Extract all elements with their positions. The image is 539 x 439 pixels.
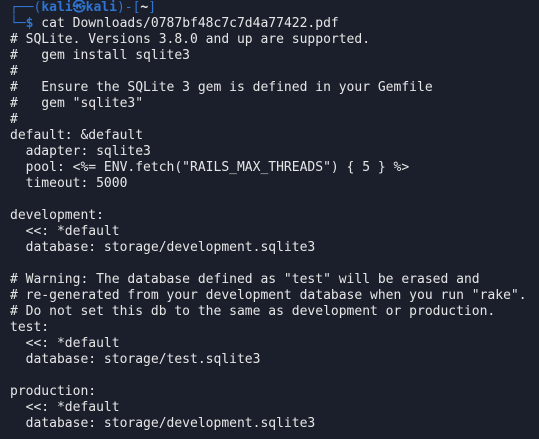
output-line: timeout: 5000	[10, 176, 128, 191]
output-line: <<: *default	[10, 336, 120, 351]
prompt-user-host: kali㉿kali	[41, 0, 117, 15]
prompt-corner-bottom: └─	[10, 16, 26, 31]
command-line: └─$ cat Downloads/0787bf48c7c7d4a77422.p…	[10, 16, 539, 32]
output-line: test:	[10, 320, 50, 335]
output-line: database: storage/development.sqlite3	[10, 240, 316, 255]
output-line: pool: <%= ENV.fetch("RAILS_MAX_THREADS")…	[10, 160, 410, 175]
output-line: development:	[10, 208, 104, 223]
prompt-corner-top: ┌──(	[10, 0, 42, 15]
output-line: #	[10, 112, 18, 127]
output-line: database: storage/test.sqlite3	[10, 352, 261, 367]
output-line: default: &default	[10, 128, 144, 143]
prompt-separator: )-[	[116, 0, 141, 15]
output-line: # re-generated from your development dat…	[10, 288, 527, 303]
output-line: database: storage/development.sqlite3	[10, 416, 316, 431]
output-line: # SQLite. Versions 3.8.0 and up are supp…	[10, 32, 371, 47]
prompt-header: ┌──(kali㉿kali)-[~]	[10, 0, 539, 16]
output-line: # Ensure the SQLite 3 gem is defined in …	[10, 80, 433, 95]
output-line: <<: *default	[10, 224, 120, 239]
output-line: #	[10, 64, 18, 79]
command-text: cat Downloads/0787bf48c7c7d4a77422.pdf	[33, 16, 339, 31]
output-line: # Do not set this db to the same as deve…	[10, 304, 496, 319]
terminal-window[interactable]: ┌──(kali㉿kali)-[~] └─$ cat Downloads/078…	[0, 0, 539, 439]
output-line: production:	[10, 384, 97, 399]
output-line: # Warning: The database defined as "test…	[10, 272, 480, 287]
output-line: # gem install sqlite3	[10, 48, 191, 63]
prompt-end-bracket: ]	[148, 0, 157, 15]
output-line: # gem "sqlite3"	[10, 96, 144, 111]
output-line: adapter: sqlite3	[10, 144, 151, 159]
output-line: <<: *default	[10, 400, 120, 415]
